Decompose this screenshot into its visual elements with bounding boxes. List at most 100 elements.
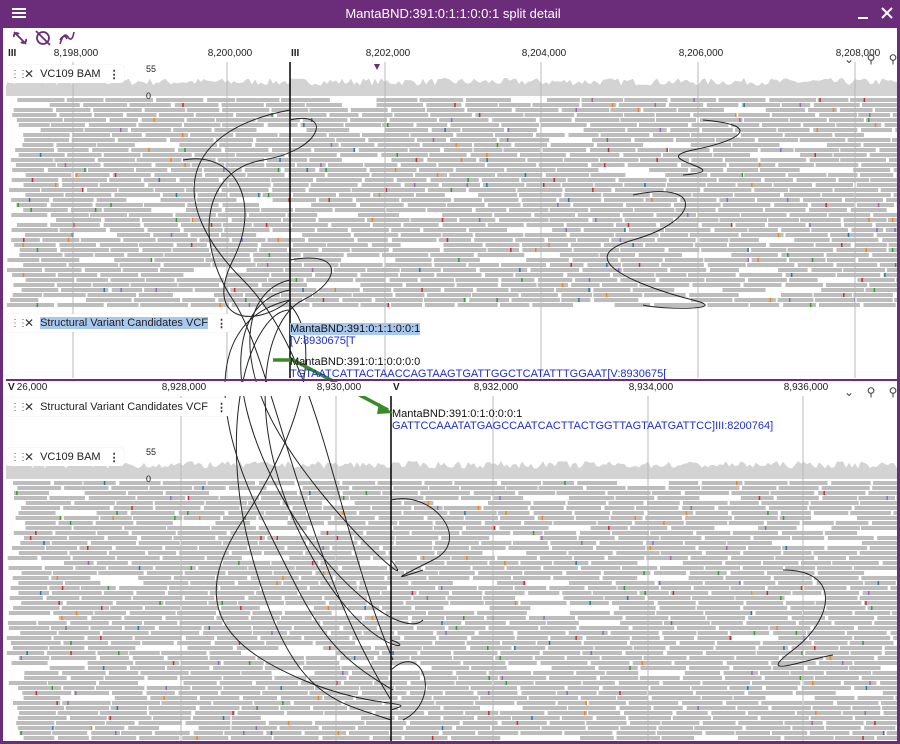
read [18, 153, 65, 157]
read [659, 606, 696, 610]
read [734, 516, 778, 520]
sv-feature-label[interactable]: MantaBND:391:0:1:0:0:0:1 GATTCCAAATATGAG… [392, 408, 773, 432]
coverage-track [6, 78, 897, 96]
read [610, 108, 641, 112]
mismatch [70, 641, 72, 645]
read [162, 481, 207, 485]
read [728, 243, 766, 247]
track-name: Structural Variant Candidates VCF [40, 401, 208, 413]
read [209, 656, 256, 660]
read [888, 218, 897, 222]
chevron-down-icon[interactable]: ⌄ [841, 52, 857, 68]
read [207, 481, 255, 485]
read [330, 631, 362, 635]
read [102, 631, 149, 635]
read [95, 686, 145, 690]
read [530, 268, 580, 272]
read [638, 123, 688, 127]
read [758, 138, 798, 142]
read [161, 701, 212, 705]
read [828, 213, 871, 217]
mismatch [604, 163, 606, 167]
read [588, 711, 621, 715]
read [167, 591, 208, 595]
read [561, 108, 610, 112]
read [451, 556, 495, 560]
mismatch [446, 238, 449, 242]
read [741, 213, 787, 217]
read [429, 486, 460, 490]
bottom-ruler[interactable]: V 26,000 8,928,000 8,930,000 V 8,932,000… [6, 382, 897, 396]
read [787, 248, 834, 252]
sv-feature-label[interactable]: MantaBND:391:0:1:1:0:0:1 [V:8930675[T [290, 323, 421, 347]
drag-handle-icon[interactable]: ⋮⋮ [10, 318, 28, 329]
close-track-icon[interactable]: ✕ [24, 316, 34, 330]
top-ruler[interactable]: III 8,198,000 8,200,000 III 8,202,000 8,… [6, 48, 897, 62]
drag-handle-icon[interactable]: ⋮⋮ [10, 402, 28, 413]
read [800, 153, 833, 157]
read [90, 213, 127, 217]
drag-handle-icon[interactable]: ⋮⋮ [10, 452, 28, 463]
read [896, 173, 897, 177]
zoom-in-icon[interactable]: ⚲ [885, 385, 897, 401]
read [667, 183, 706, 187]
read [655, 273, 687, 277]
read [840, 646, 883, 650]
read [111, 486, 149, 490]
read [131, 531, 176, 535]
read [886, 268, 897, 272]
read [650, 686, 691, 690]
read [410, 721, 460, 725]
track-menu-icon[interactable]: ⋮ [216, 401, 227, 414]
close-track-icon[interactable]: ✕ [24, 450, 34, 464]
close-track-icon[interactable]: ✕ [24, 400, 34, 414]
read [8, 626, 50, 630]
read [794, 238, 830, 242]
mismatch [191, 218, 194, 222]
read [696, 606, 741, 610]
read [470, 646, 512, 650]
read [181, 561, 222, 565]
read [456, 283, 498, 287]
read [748, 278, 787, 282]
read [156, 98, 204, 102]
read [746, 601, 784, 605]
read [737, 183, 772, 187]
read [888, 243, 897, 247]
mismatch [548, 243, 550, 247]
read [675, 138, 715, 142]
mismatch [659, 581, 661, 585]
read [791, 536, 825, 540]
read [771, 113, 816, 117]
read [91, 736, 137, 740]
mismatch [170, 233, 173, 237]
zoom-out-icon[interactable]: ⚲ [863, 385, 879, 401]
read [859, 551, 897, 555]
track-menu-icon[interactable]: ⋮ [109, 68, 120, 81]
read [9, 596, 43, 600]
chevron-down-icon[interactable]: ⌄ [841, 385, 857, 401]
zoom-in-icon[interactable]: ⚲ [885, 52, 897, 68]
drag-handle-icon[interactable]: ⋮⋮ [10, 69, 28, 80]
zoom-out-icon[interactable]: ⚲ [863, 52, 879, 68]
read [12, 113, 57, 117]
mismatch [847, 233, 850, 237]
read [783, 551, 812, 555]
read [435, 701, 474, 705]
track-menu-icon[interactable]: ⋮ [109, 451, 120, 464]
sv-feature-label[interactable]: MantaBND:391:0:1:0:0:0:0 TGTAATCATTACTAA… [290, 356, 666, 380]
read [397, 631, 434, 635]
read [652, 133, 690, 137]
read [456, 671, 487, 675]
read [336, 556, 371, 560]
read [430, 178, 479, 182]
read [339, 263, 383, 267]
read [895, 128, 897, 132]
mismatch [450, 188, 453, 192]
read [112, 173, 151, 177]
read [497, 556, 537, 560]
read [817, 556, 847, 560]
track-menu-icon[interactable]: ⋮ [216, 317, 227, 330]
close-track-icon[interactable]: ✕ [24, 67, 34, 81]
read [374, 646, 422, 650]
